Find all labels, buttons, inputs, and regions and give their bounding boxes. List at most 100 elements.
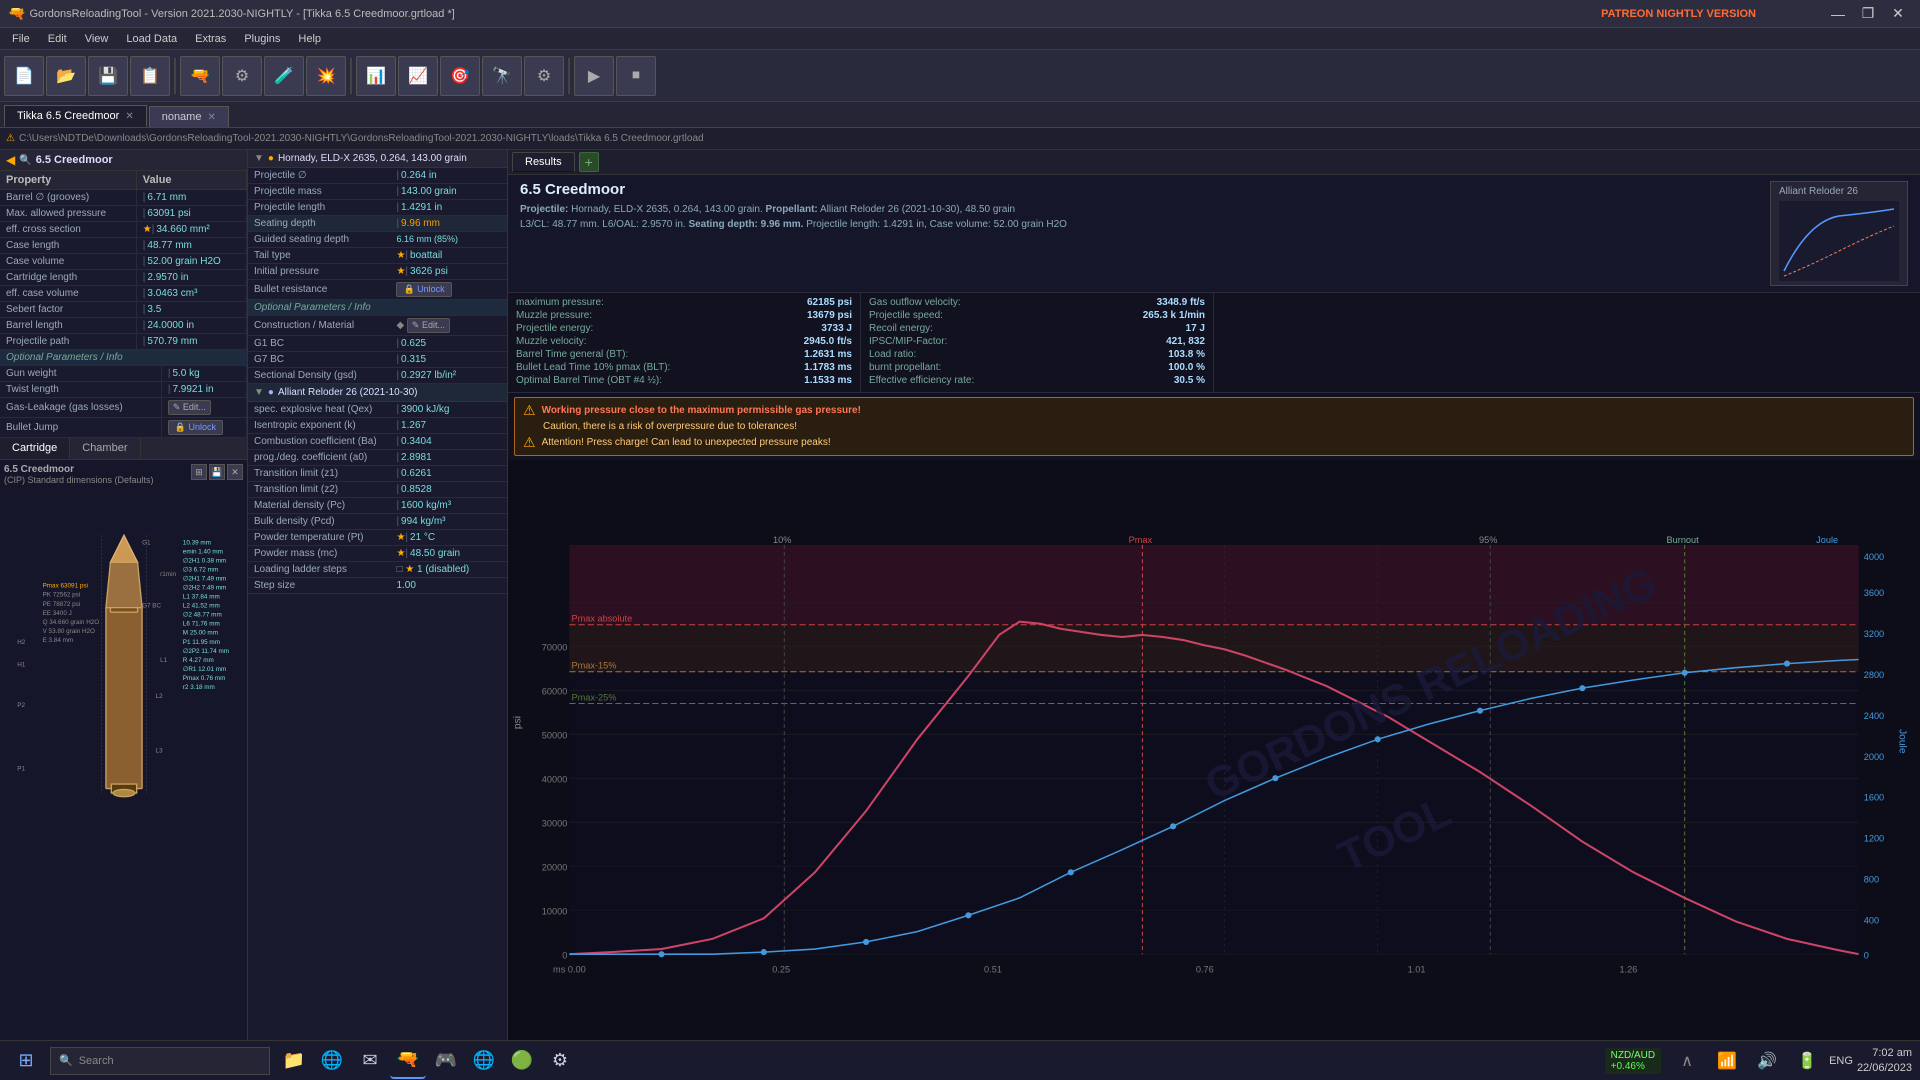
pinned-app-active[interactable]: 🔫: [390, 1043, 426, 1079]
svg-text:70000: 70000: [542, 642, 568, 652]
svg-text:1200: 1200: [1864, 834, 1884, 844]
svg-text:Pmax-15%: Pmax-15%: [571, 661, 616, 671]
construction-edit-button[interactable]: ✎ Edit...: [407, 318, 450, 333]
optional-properties-table: Gun weight |5.0 kg Twist length |7.9921 …: [0, 366, 247, 438]
taskbar-search-box[interactable]: 🔍 Search: [50, 1047, 270, 1075]
tool-settings[interactable]: ⚙: [524, 56, 564, 96]
svg-text:4000: 4000: [1864, 552, 1884, 562]
bullet-jump-unlock-button[interactable]: 🔒 Unlock: [168, 420, 223, 435]
menu-edit[interactable]: Edit: [40, 31, 75, 47]
warning-icon-2: ⚠: [523, 434, 536, 451]
stat-row: Projectile speed: 265.3 k 1/min: [869, 310, 1205, 321]
svg-text:ms 0.00: ms 0.00: [553, 965, 586, 975]
results-tabbar: Results +: [508, 150, 1920, 175]
diagram-close-button[interactable]: ✕: [227, 464, 243, 480]
system-clock[interactable]: 7:02 am 22/06/2023: [1857, 1046, 1912, 1075]
tool-gun[interactable]: 🔫: [180, 56, 220, 96]
svg-text:400: 400: [1864, 915, 1879, 925]
menu-view[interactable]: View: [77, 31, 117, 47]
powder-section-header[interactable]: ▼ ● Alliant Reloder 26 (2021-10-30): [248, 384, 507, 402]
table-row: eff. cross section ★|34.660 mm²: [0, 222, 247, 238]
pinned-xbox[interactable]: 🎮: [428, 1043, 464, 1079]
tool-saveas[interactable]: 📋: [130, 56, 170, 96]
tool-bullet[interactable]: ⚙: [222, 56, 262, 96]
tray-expand[interactable]: ∧: [1669, 1043, 1705, 1079]
pinned-app-2[interactable]: ⚙: [542, 1043, 578, 1079]
tool-primer[interactable]: 💥: [306, 56, 346, 96]
results-subtitle-projectile: Projectile: Hornady, ELD-X 2635, 0.264, …: [520, 202, 1067, 217]
svg-text:1.01: 1.01: [1408, 965, 1426, 975]
document-tabbar: Tikka 6.5 Creedmoor ✕ noname ✕: [0, 102, 1920, 128]
tab-tikka-close[interactable]: ✕: [125, 111, 133, 122]
tool-chart[interactable]: 📈: [398, 56, 438, 96]
stat-row: Load ratio: 103.8 %: [869, 349, 1205, 360]
warning-icon-1: ⚠: [523, 402, 536, 419]
diagram-zoom-button[interactable]: ⊞: [191, 464, 207, 480]
table-row: Transition limit (z2) |0.8528: [248, 482, 507, 498]
table-row: Gun weight |5.0 kg: [0, 366, 247, 382]
menu-extras[interactable]: Extras: [187, 31, 234, 47]
app-icon: 🔫: [8, 5, 25, 22]
tool-scope[interactable]: 🔭: [482, 56, 522, 96]
results-title: 6.5 Creedmoor: [520, 181, 1067, 198]
menu-plugins[interactable]: Plugins: [236, 31, 288, 47]
tool-target[interactable]: 🎯: [440, 56, 480, 96]
tab-noname[interactable]: noname ✕: [149, 106, 229, 127]
toolbar-separator-1: [174, 58, 176, 94]
gas-leakage-edit-button[interactable]: ✎ Edit...: [168, 400, 211, 415]
language-indicator[interactable]: ENG: [1829, 1055, 1853, 1067]
tool-run[interactable]: ▶: [574, 56, 614, 96]
tab-results[interactable]: Results: [512, 152, 575, 172]
close-button[interactable]: ✕: [1884, 4, 1912, 24]
pinned-chrome[interactable]: 🌐: [466, 1043, 502, 1079]
tab-chamber[interactable]: Chamber: [70, 438, 140, 459]
warning-icon: ⚠: [6, 133, 15, 144]
tool-powder[interactable]: 🧪: [264, 56, 304, 96]
tray-volume[interactable]: 🔊: [1749, 1043, 1785, 1079]
tool-open[interactable]: 📂: [46, 56, 86, 96]
tray-network[interactable]: 📶: [1709, 1043, 1745, 1079]
table-row: Material density (Pc) |1600 kg/m³: [248, 498, 507, 514]
tray-battery[interactable]: 🔋: [1789, 1043, 1825, 1079]
svg-text:1600: 1600: [1864, 793, 1884, 803]
svg-text:L6 71.76 mm: L6 71.76 mm: [182, 621, 219, 628]
menu-help[interactable]: Help: [290, 31, 329, 47]
svg-text:20000: 20000: [542, 862, 568, 872]
menu-loaddata[interactable]: Load Data: [118, 31, 185, 47]
svg-text:L1: L1: [160, 657, 168, 664]
minimize-button[interactable]: —: [1824, 4, 1852, 24]
svg-text:Pmax 63091 psi: Pmax 63091 psi: [42, 583, 87, 590]
tool-calc[interactable]: 📊: [356, 56, 396, 96]
pinned-app-1[interactable]: 🟢: [504, 1043, 540, 1079]
svg-text:95%: 95%: [1479, 535, 1497, 545]
svg-text:10000: 10000: [542, 906, 568, 916]
stat-row: Muzzle pressure: 13679 psi: [516, 310, 852, 321]
diagram-save-button[interactable]: 💾: [209, 464, 225, 480]
svg-text:E 3.84 mm: E 3.84 mm: [42, 637, 73, 644]
warning-peaks: ⚠ Attention! Press charge! Can lead to u…: [523, 434, 1905, 451]
optional-params-header: Optional Parameters / Info: [0, 350, 247, 366]
tool-new[interactable]: 📄: [4, 56, 44, 96]
svg-text:0: 0: [562, 950, 567, 960]
add-results-tab-button[interactable]: +: [579, 152, 599, 172]
tab-tikka[interactable]: Tikka 6.5 Creedmoor ✕: [4, 105, 147, 127]
table-row: Powder mass (mc) ★|48.50 grain: [248, 546, 507, 562]
tab-noname-close[interactable]: ✕: [207, 112, 215, 123]
warning-pressure: ⚠ Working pressure close to the maximum …: [523, 402, 1905, 419]
maximize-button[interactable]: ❐: [1854, 4, 1882, 24]
tool-stop[interactable]: ⏹: [616, 56, 656, 96]
svg-text:M 25.00 mm: M 25.00 mm: [182, 630, 217, 637]
pinned-browser-edge[interactable]: 🌐: [314, 1043, 350, 1079]
tab-cartridge[interactable]: Cartridge: [0, 438, 70, 459]
start-button[interactable]: ⊞: [8, 1043, 44, 1079]
bullet-resistance-unlock-button[interactable]: 🔒 Unlock: [396, 282, 451, 297]
pinned-mail[interactable]: ✉: [352, 1043, 388, 1079]
powder-icon: ●: [268, 387, 274, 398]
table-row: Initial pressure ★|3626 psi: [248, 264, 507, 280]
table-row: Isentropic exponent (k) |1.267: [248, 418, 507, 434]
powder-name: Alliant Reloder 26 (2021-10-30): [278, 387, 418, 398]
pinned-explorer[interactable]: 📁: [276, 1043, 312, 1079]
svg-text:L3: L3: [155, 747, 163, 754]
tool-save[interactable]: 💾: [88, 56, 128, 96]
menu-file[interactable]: File: [4, 31, 38, 47]
